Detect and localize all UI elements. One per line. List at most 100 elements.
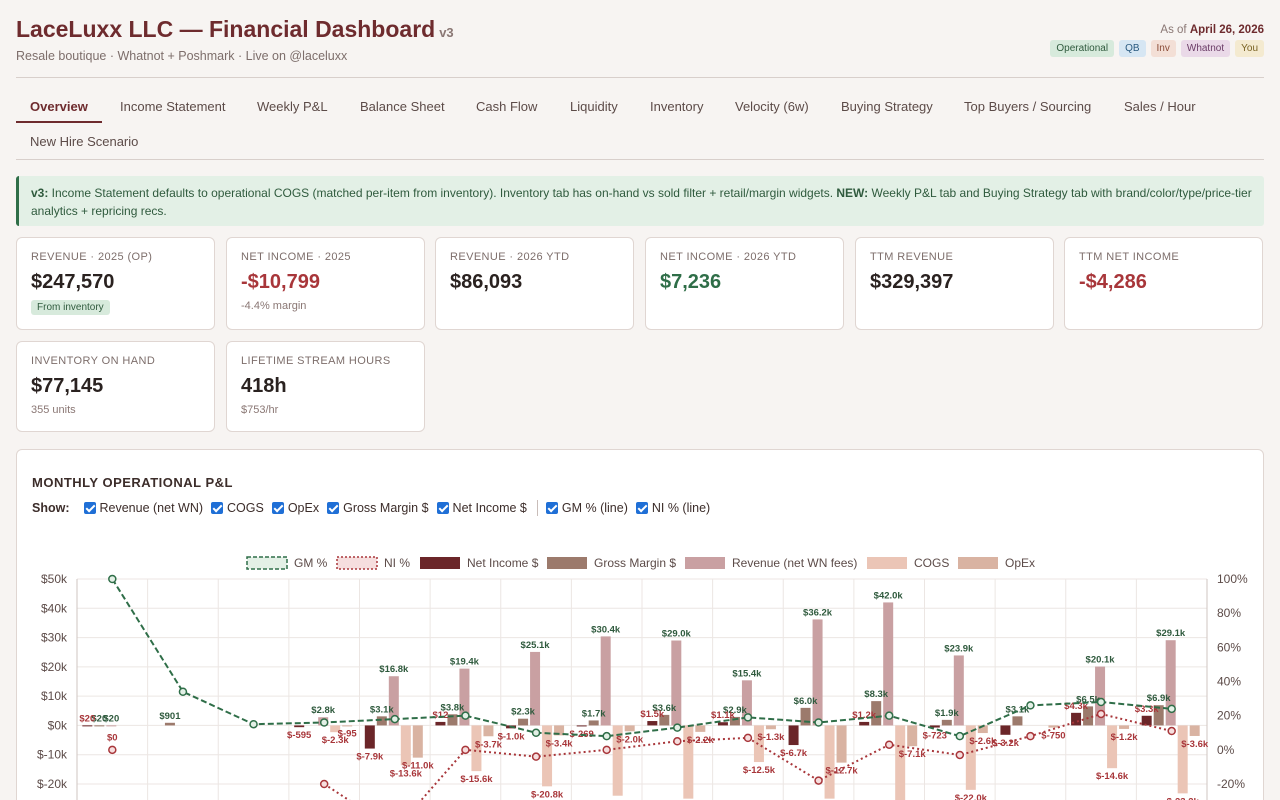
version-notice: v3: Income Statement defaults to operati…	[16, 176, 1264, 226]
bar-opex	[342, 725, 353, 727]
kpi-label: REVENUE · 2025 (OP)	[31, 251, 153, 263]
tab-income-statement[interactable]: Income Statement	[120, 99, 226, 114]
ni-pct-point	[461, 745, 470, 755]
bar-label-ni-zero: $0	[107, 732, 118, 743]
y-axis-right-tick: 0%	[1217, 743, 1235, 757]
source-badge-qb: QB	[1119, 40, 1146, 57]
bar-rev	[106, 725, 117, 727]
bar-opex	[765, 725, 776, 730]
y-axis-right-tick: 60%	[1217, 640, 1241, 654]
ni-pct-line	[323, 712, 1172, 800]
legend-label: Net Income $	[467, 556, 539, 570]
tab-new-hire-scenario[interactable]: New Hire Scenario	[30, 134, 138, 149]
bar-label-gm: $6.9k	[1147, 693, 1171, 704]
gm-pct-point	[178, 687, 188, 696]
ni-pct-point	[531, 752, 541, 761]
legend-swatch-ni	[420, 557, 460, 569]
bar-cogs	[824, 725, 835, 799]
bar-opex	[836, 725, 847, 763]
kpi-card-net-income-2026-ytd: NET INCOME · 2026 YTD $7,236	[645, 237, 844, 330]
bar-cogs	[400, 725, 411, 766]
source-badge-operational: Operational	[1050, 40, 1115, 57]
kpi-card-revenue-2026-ytd: REVENUE · 2026 YTD $86,093	[435, 237, 634, 330]
bar-label-gm: $2.3k	[511, 707, 535, 718]
tab-velocity-6w[interactable]: Velocity (6w)	[735, 99, 809, 114]
bar-label-opex: $-7.1k	[899, 749, 927, 760]
kpi-card-lifetime-stream-hours: LIFETIME STREAM HOURS 418h $753/hr	[226, 341, 425, 432]
bar-label-cogs: $-22.0k	[955, 793, 988, 800]
version-label: v3	[439, 25, 454, 40]
kpi-label: REVENUE · 2026 YTD	[450, 251, 570, 263]
bar-cogs	[753, 725, 764, 763]
gm-pct-point	[673, 723, 682, 732]
bar-ni	[294, 725, 305, 728]
legend-swatch-gm-pct	[246, 556, 288, 570]
bar-label-rev: $16.8k	[379, 664, 409, 675]
bar-label-cogs: $-14.6k	[1096, 771, 1129, 782]
legend-label: OpEx	[1005, 556, 1035, 570]
legend-swatch-gm	[547, 557, 587, 569]
bar-opex	[624, 725, 635, 732]
gm-pct-point	[108, 574, 117, 584]
bar-label-opex: $-2.2k	[687, 735, 715, 746]
bar-label-rev: $29.0k	[662, 629, 692, 640]
monthly-pnl-chart: $50k $40k $30k $20k $10k $0k $-10k $-20k 100% 80%…	[37, 556, 1248, 800]
gm-pct-point	[814, 718, 823, 727]
bar-opex	[1119, 725, 1130, 729]
bar-label-opex: $-1.2k	[1111, 732, 1139, 743]
bar-ni	[717, 722, 728, 726]
tab-weekly-p-l[interactable]: Weekly P&L	[257, 99, 328, 114]
bar-label-rev: $2.8k	[311, 705, 335, 716]
bar-label-opex: $-2.6k	[969, 736, 997, 747]
kpi-card-ttm-revenue: TTM REVENUE $329,397	[855, 237, 1054, 330]
bar-label-rev: $30.4k	[591, 624, 621, 635]
ni-pct-point	[884, 740, 894, 749]
y-axis-right-tick: 80%	[1217, 606, 1241, 620]
kpi-label: TTM REVENUE	[870, 251, 954, 263]
active-tab-indicator	[16, 121, 102, 123]
bar-opex	[483, 725, 494, 737]
source-badge-you: You	[1235, 40, 1264, 57]
kpi-subtext: -4.4% margin	[241, 300, 307, 312]
tab-buying-strategy[interactable]: Buying Strategy	[841, 99, 933, 114]
y-axis-left-tick: $0k	[48, 718, 68, 732]
as-of-date: As of April 26, 2026	[1160, 24, 1264, 36]
gm-pct-point	[1026, 701, 1035, 710]
kpi-subtext: 355 units	[31, 404, 76, 416]
bar-label-ni: $12	[433, 710, 449, 721]
bar-label-opex: $-3.4k	[546, 738, 574, 749]
bar-gm	[1012, 716, 1023, 726]
kpi-value: $7,236	[660, 271, 722, 293]
kpi-label: LIFETIME STREAM HOURS	[241, 355, 391, 367]
bar-label-ni: $-595	[287, 730, 312, 741]
tab-inventory[interactable]: Inventory	[650, 99, 703, 114]
bar-rev	[883, 602, 894, 726]
bar-gm	[164, 722, 175, 726]
tab-balance-sheet[interactable]: Balance Sheet	[360, 99, 445, 114]
ni-pct-point	[673, 737, 682, 746]
kpi-value: $329,397	[870, 271, 954, 293]
y-axis-left-tick: $-10k	[37, 748, 68, 762]
tab-top-buyers-sourcing[interactable]: Top Buyers / Sourcing	[964, 99, 1091, 114]
legend-label: NI %	[384, 556, 410, 570]
legend-label: COGS	[914, 556, 949, 570]
tab-overview[interactable]: Overview	[30, 99, 88, 114]
bar-label-ni: $-6.7k	[780, 748, 808, 759]
tab-liquidity[interactable]: Liquidity	[570, 99, 618, 114]
bar-label-ni: $1.5k	[640, 709, 664, 720]
kpi-subtext: $753/hr	[241, 404, 279, 416]
bar-label-ni: $-7.9k	[356, 752, 384, 763]
bar-gm	[94, 725, 105, 727]
bar-label-opex: $-1.3k	[757, 732, 785, 743]
kpi-value: $77,145	[31, 375, 104, 397]
y-axis-left-tick: $30k	[41, 631, 68, 645]
source-badge-whatnot: Whatnot	[1180, 40, 1231, 57]
kpi-label: INVENTORY ON HAND	[31, 355, 156, 367]
bar-ni	[647, 721, 658, 726]
tab-cash-flow[interactable]: Cash Flow	[476, 99, 537, 114]
bar-opex	[907, 725, 918, 747]
y-axis-right-tick: 20%	[1217, 709, 1241, 723]
tab-sales-hour[interactable]: Sales / Hour	[1124, 99, 1196, 114]
bar-label-cogs: $-23.2k	[1167, 796, 1200, 800]
bar-label-ni: $1.1k	[711, 710, 735, 721]
